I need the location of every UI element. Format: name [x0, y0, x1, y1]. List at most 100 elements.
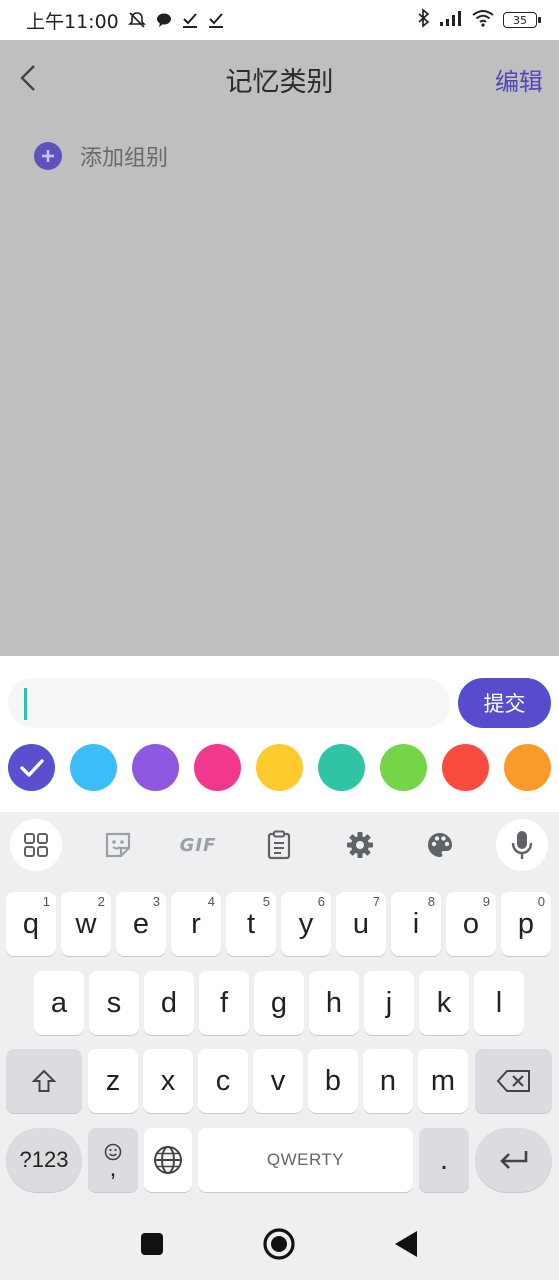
status-time: 上午11:00: [26, 10, 119, 33]
key-o[interactable]: o9: [446, 892, 496, 956]
keyboard-toolbar: GIF: [0, 812, 559, 878]
key-i[interactable]: i8: [391, 892, 441, 956]
color-swatch[interactable]: [380, 744, 427, 791]
key-label: x: [160, 1064, 176, 1097]
palette-icon[interactable]: [414, 819, 466, 871]
key-label: m: [430, 1064, 456, 1097]
globe-icon: [154, 1146, 182, 1174]
status-bar: 上午11:00 35: [0, 0, 559, 40]
key-number-hint: 0: [537, 894, 545, 909]
text-caret: [24, 688, 27, 720]
key-label: y: [298, 907, 314, 940]
key-label: i: [412, 907, 420, 940]
key-label: r: [191, 907, 201, 940]
add-group-button[interactable]: 添加组别: [34, 140, 168, 172]
key-z[interactable]: z: [88, 1049, 138, 1113]
key-label: o: [462, 907, 480, 940]
home-circle-icon[interactable]: [262, 1227, 296, 1261]
key-label: w: [75, 907, 97, 940]
key-f[interactable]: f: [199, 971, 249, 1035]
key-k[interactable]: k: [419, 971, 469, 1035]
gear-icon[interactable]: [334, 819, 386, 871]
color-swatch[interactable]: [256, 744, 303, 791]
key-s[interactable]: s: [89, 971, 139, 1035]
key-number-hint: 2: [97, 894, 105, 909]
key-g[interactable]: g: [254, 971, 304, 1035]
clipboard-icon[interactable]: [253, 819, 305, 871]
microphone-icon[interactable]: [496, 819, 548, 871]
key-label: b: [324, 1064, 342, 1097]
recents-square-icon[interactable]: [135, 1227, 169, 1261]
key-label: u: [352, 907, 370, 940]
system-navigation-bar: [0, 1205, 559, 1280]
key-number-hint: 4: [207, 894, 215, 909]
bluetooth-icon: [417, 8, 431, 32]
key-label: v: [270, 1064, 286, 1097]
page-title: 记忆类别: [225, 67, 334, 98]
apps-grid-icon[interactable]: [10, 819, 62, 871]
color-swatch[interactable]: [8, 744, 55, 791]
key-label: d: [160, 986, 178, 1019]
period-key[interactable]: .: [419, 1128, 469, 1192]
back-triangle-icon[interactable]: [389, 1227, 423, 1261]
gif-button[interactable]: GIF: [172, 819, 224, 871]
symbols-key[interactable]: ?123: [6, 1128, 82, 1192]
key-j[interactable]: j: [364, 971, 414, 1035]
key-n[interactable]: n: [363, 1049, 413, 1113]
key-label: g: [270, 986, 288, 1019]
key-v[interactable]: v: [253, 1049, 303, 1113]
key-number-hint: 5: [262, 894, 270, 909]
key-e[interactable]: e3: [116, 892, 166, 956]
key-number-hint: 8: [427, 894, 435, 909]
key-r[interactable]: r4: [171, 892, 221, 956]
emoji-comma-key[interactable]: ,: [88, 1128, 138, 1192]
key-number-hint: 3: [152, 894, 160, 909]
key-m[interactable]: m: [418, 1049, 468, 1113]
key-b[interactable]: b: [308, 1049, 358, 1113]
language-key[interactable]: [144, 1128, 192, 1192]
color-swatch[interactable]: [318, 744, 365, 791]
key-t[interactable]: t5: [226, 892, 276, 956]
battery-level: 35: [513, 13, 527, 27]
backspace-icon: [496, 1070, 530, 1092]
color-swatch[interactable]: [442, 744, 489, 791]
key-a[interactable]: a: [34, 971, 84, 1035]
key-number-hint: 9: [482, 894, 490, 909]
key-label: n: [379, 1064, 397, 1097]
key-label: p: [517, 907, 535, 940]
space-key[interactable]: QWERTY: [198, 1128, 413, 1192]
check-icon: [181, 11, 199, 29]
key-q[interactable]: q1: [6, 892, 56, 956]
key-p[interactable]: p0: [501, 892, 551, 956]
key-label: e: [132, 907, 150, 940]
group-name-input[interactable]: [8, 678, 450, 728]
edit-button[interactable]: 编辑: [495, 62, 543, 97]
comma-label: ,: [109, 1155, 117, 1182]
key-label: j: [385, 986, 393, 1019]
key-label: k: [436, 986, 452, 1019]
enter-key[interactable]: [475, 1128, 552, 1192]
sticker-icon[interactable]: [92, 819, 144, 871]
shift-key[interactable]: [6, 1049, 82, 1113]
key-c[interactable]: c: [198, 1049, 248, 1113]
color-swatch[interactable]: [504, 744, 551, 791]
color-swatch[interactable]: [194, 744, 241, 791]
input-panel: 提交: [0, 656, 559, 812]
key-y[interactable]: y6: [281, 892, 331, 956]
key-label: l: [495, 986, 503, 1019]
plus-circle-icon: [34, 142, 62, 170]
space-label: QWERTY: [266, 1150, 345, 1169]
key-x[interactable]: x: [143, 1049, 193, 1113]
add-group-label: 添加组别: [80, 146, 169, 171]
key-h[interactable]: h: [309, 971, 359, 1035]
submit-button[interactable]: 提交: [458, 678, 551, 728]
key-d[interactable]: d: [144, 971, 194, 1035]
key-u[interactable]: u7: [336, 892, 386, 956]
backspace-key[interactable]: [475, 1049, 552, 1113]
color-swatch[interactable]: [132, 744, 179, 791]
color-swatch[interactable]: [70, 744, 117, 791]
key-w[interactable]: w2: [61, 892, 111, 956]
key-label: c: [215, 1064, 231, 1097]
mute-bell-icon: [127, 10, 147, 30]
key-l[interactable]: l: [474, 971, 524, 1035]
